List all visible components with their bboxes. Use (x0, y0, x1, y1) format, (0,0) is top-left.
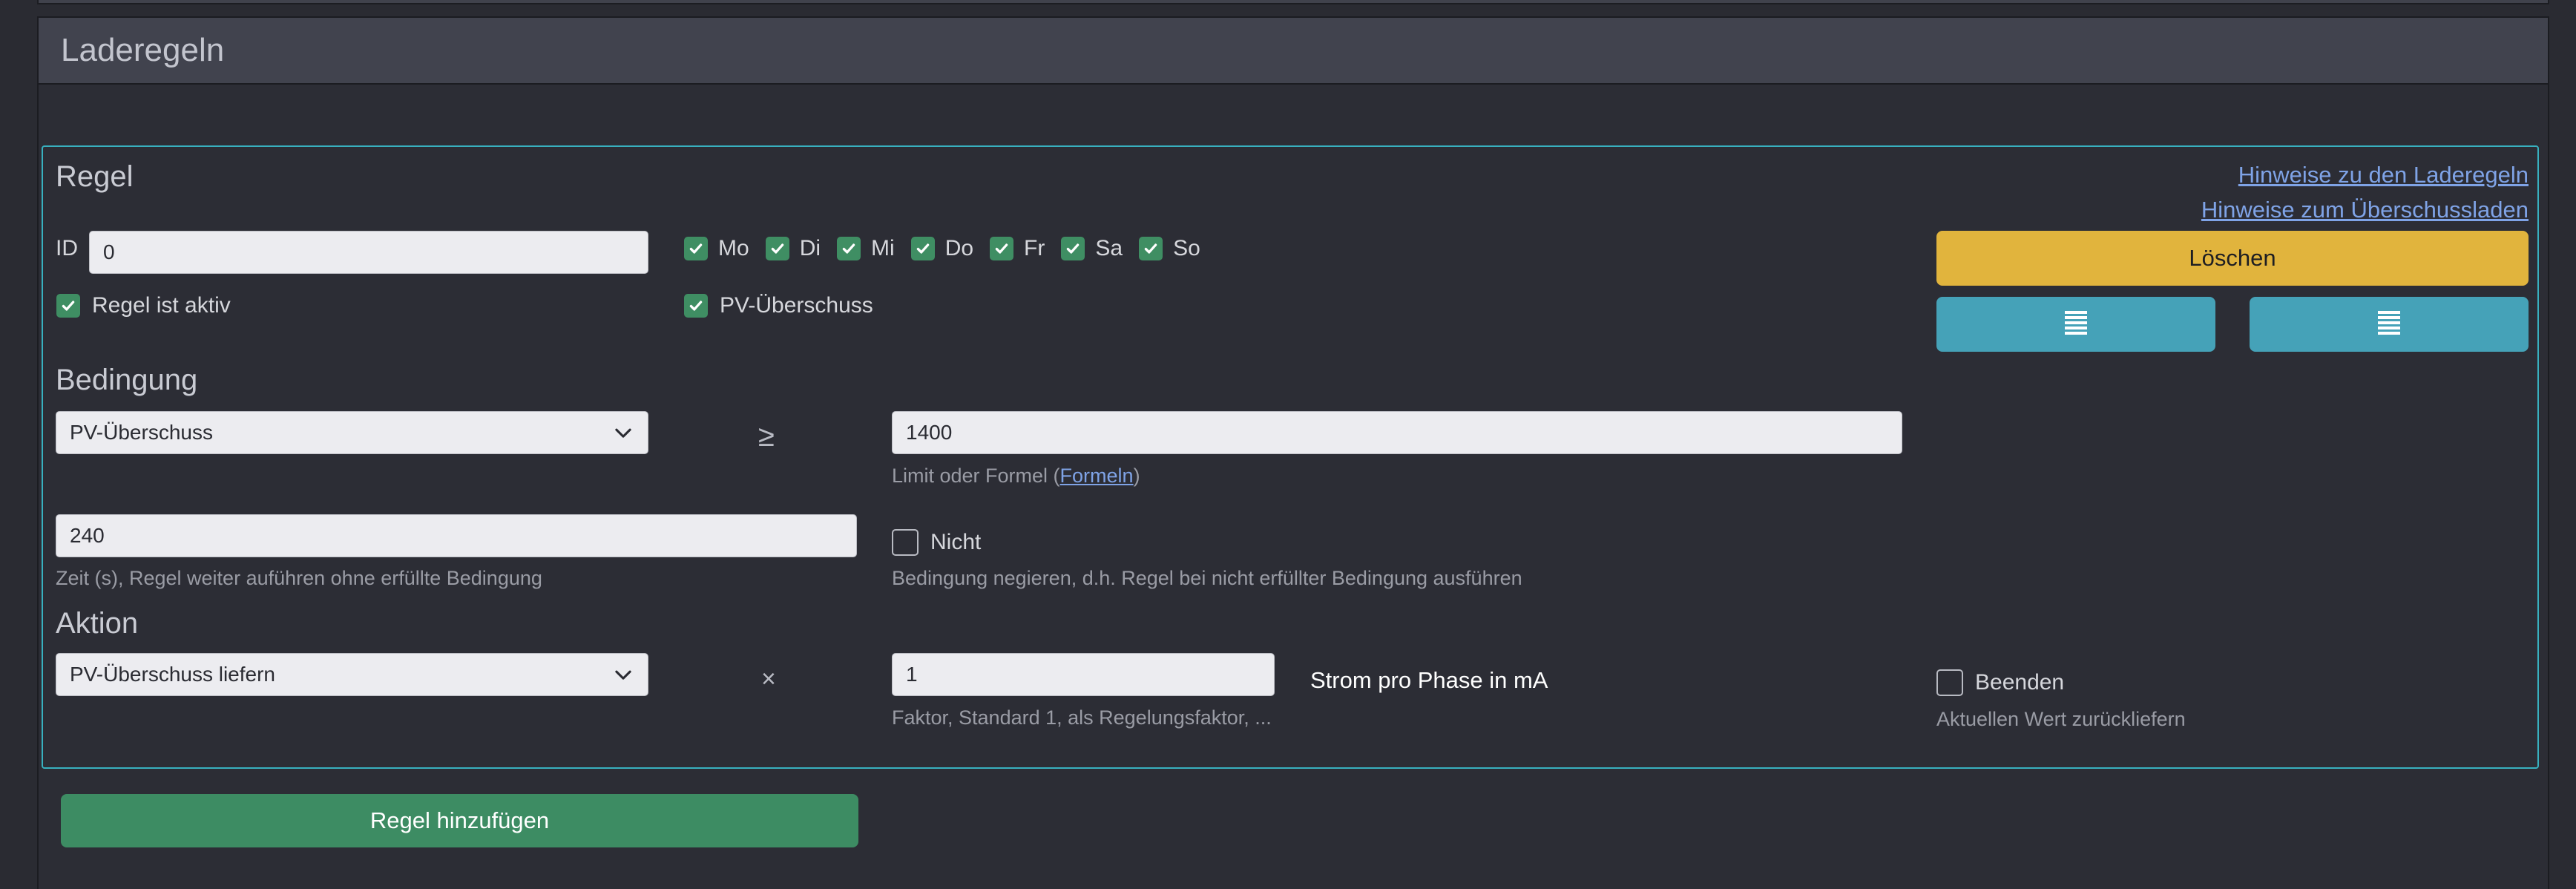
action-select-value: PV-Überschuss liefern (70, 663, 276, 686)
end-label: Beenden (1975, 670, 2065, 695)
check-icon (842, 243, 855, 254)
day-label: Mo (718, 236, 749, 260)
hint-suffix: ) (1133, 465, 1140, 487)
action-select[interactable]: PV-Überschuss liefern (56, 653, 648, 696)
condition-time-input[interactable]: 240 (56, 514, 857, 557)
rule-active-checkbox[interactable] (56, 294, 80, 318)
condition-operator: ≥ (758, 420, 775, 453)
hint-surplus-link[interactable]: Hinweise zum Überschussladen (2201, 197, 2529, 223)
day-checkbox[interactable] (1061, 237, 1085, 260)
not-hint: Bedingung negieren, d.h. Regel bei nicht… (892, 567, 1522, 589)
pv-surplus-label: PV-Überschuss (720, 293, 873, 318)
id-value: 0 (103, 240, 115, 263)
weekday-checkboxes: Mo Di Mi Do Fr Sa So (684, 236, 1200, 261)
check-icon (1144, 243, 1157, 254)
not-checkbox-row[interactable]: Nicht (892, 529, 981, 556)
day-mo[interactable]: Mo (684, 236, 749, 261)
day-mi[interactable]: Mi (837, 236, 895, 261)
chevron-down-icon (615, 670, 631, 680)
card-title: Laderegeln (61, 32, 225, 68)
day-label: Sa (1095, 236, 1123, 260)
condition-limit-value: 1400 (906, 421, 953, 444)
rule-active-checkbox-row[interactable]: Regel ist aktiv (56, 293, 231, 318)
not-checkbox[interactable] (892, 529, 919, 556)
action-factor-hint: Faktor, Standard 1, als Regelungsfaktor,… (892, 706, 1272, 729)
chevron-down-icon (615, 428, 631, 438)
day-fr[interactable]: Fr (990, 236, 1045, 261)
day-di[interactable]: Di (765, 236, 821, 261)
id-label: ID (56, 236, 78, 260)
condition-select[interactable]: PV-Überschuss (56, 411, 648, 454)
hint-prefix: Limit oder Formel ( (892, 465, 1060, 487)
day-label: Mi (871, 236, 895, 260)
day-do[interactable]: Do (910, 236, 974, 261)
day-checkbox[interactable] (765, 237, 789, 260)
pv-surplus-checkbox[interactable] (684, 294, 708, 318)
condition-limit-hint: Limit oder Formel (Formeln) (892, 465, 1140, 488)
condition-heading: Bedingung (56, 364, 198, 396)
check-icon (916, 243, 929, 254)
condition-time-value: 240 (70, 524, 105, 547)
check-icon (689, 243, 703, 254)
check-icon (1067, 243, 1080, 254)
check-icon (995, 243, 1008, 254)
previous-card-edge (37, 0, 2549, 4)
card-header: Laderegeln (39, 18, 2548, 85)
not-label: Nicht (930, 530, 982, 554)
action-unit-label: Strom pro Phase in mA (1310, 667, 1548, 693)
pv-surplus-checkbox-row[interactable]: PV-Überschuss (684, 293, 873, 318)
hint-rules-link[interactable]: Hinweise zu den Laderegeln (2238, 162, 2529, 188)
day-label: Do (944, 236, 974, 260)
end-checkbox[interactable] (1936, 669, 1963, 696)
day-label: Di (799, 236, 821, 260)
condition-limit-input[interactable]: 1400 (892, 411, 1902, 454)
day-so[interactable]: So (1139, 236, 1200, 261)
action-operator: × (761, 665, 776, 693)
move-down-button[interactable] (2250, 297, 2529, 352)
day-checkbox[interactable] (684, 237, 708, 260)
formulas-link[interactable]: Formeln (1060, 465, 1134, 487)
list-icon (2065, 311, 2087, 335)
day-label: So (1173, 236, 1200, 260)
day-sa[interactable]: Sa (1061, 236, 1123, 261)
id-input[interactable]: 0 (89, 231, 648, 274)
action-factor-value: 1 (906, 663, 918, 686)
rule-active-label: Regel ist aktiv (92, 293, 231, 318)
day-checkbox[interactable] (1139, 237, 1163, 260)
rule-title: Regel (56, 160, 134, 193)
end-hint: Aktuellen Wert zurückliefern (1936, 708, 2186, 730)
end-checkbox-row[interactable]: Beenden (1936, 669, 2064, 696)
add-rule-button[interactable]: Regel hinzufügen (61, 794, 858, 847)
day-checkbox[interactable] (990, 237, 1014, 260)
day-checkbox[interactable] (910, 237, 935, 260)
check-icon (689, 301, 703, 311)
list-icon (2378, 311, 2400, 335)
move-up-button[interactable] (1936, 297, 2215, 352)
check-icon (771, 243, 783, 254)
check-icon (62, 301, 75, 311)
action-factor-input[interactable]: 1 (892, 653, 1275, 696)
action-heading: Aktion (56, 607, 139, 640)
delete-button[interactable]: Löschen (1936, 231, 2529, 286)
day-checkbox[interactable] (837, 237, 861, 260)
condition-time-hint: Zeit (s), Regel weiter auführen ohne erf… (56, 567, 542, 589)
condition-select-value: PV-Überschuss (70, 421, 213, 444)
day-label: Fr (1024, 236, 1045, 260)
